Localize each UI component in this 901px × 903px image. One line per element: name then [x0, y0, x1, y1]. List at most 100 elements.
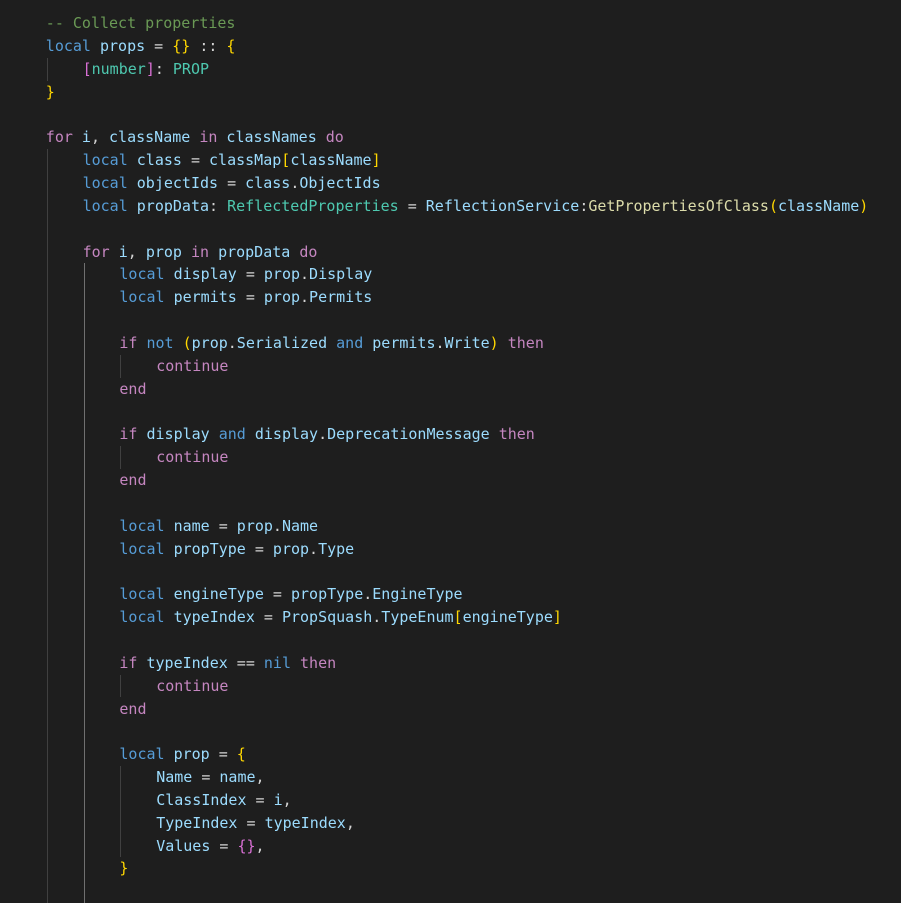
- code-token: classMap: [209, 151, 282, 170]
- code-line[interactable]: if typeIndex == nil then: [119, 652, 336, 675]
- code-token: prop: [145, 242, 182, 261]
- code-token: display: [146, 425, 210, 444]
- code-line[interactable]: [number]: PROP: [83, 58, 209, 81]
- code-token: =: [246, 790, 274, 809]
- code-line[interactable]: local typeIndex = PropSquash.TypeEnum[en…: [119, 606, 562, 629]
- code-line[interactable]: local engineType = propType.EngineType: [119, 583, 462, 606]
- code-editor[interactable]: -- Collect propertieslocal props = {} ::…: [0, 0, 901, 903]
- code-token: .: [300, 288, 310, 307]
- code-token: engineType: [462, 608, 553, 627]
- indent-guide: [120, 354, 122, 378]
- code-token: local: [119, 288, 165, 307]
- code-line[interactable]: local objectIds = class.ObjectIds: [83, 172, 381, 195]
- code-line[interactable]: local propData: ReflectedProperties = Re…: [83, 195, 869, 218]
- code-token: {: [236, 745, 246, 764]
- code-token: prop: [173, 745, 210, 764]
- code-line[interactable]: if display and display.DeprecationMessag…: [119, 423, 534, 446]
- code-token: continue: [156, 356, 229, 375]
- code-token: end: [119, 471, 147, 489]
- code-line[interactable]: local prop = {: [119, 743, 245, 766]
- code-line[interactable]: end: [119, 469, 146, 492]
- code-line[interactable]: for i, prop in propData do: [83, 241, 318, 264]
- code-token: continue: [156, 676, 229, 695]
- code-line[interactable]: local class = classMap[className]: [83, 149, 381, 172]
- code-token: Serialized: [236, 333, 328, 352]
- code-line[interactable]: continue: [156, 675, 228, 698]
- code-token: ,: [282, 790, 292, 809]
- code-token: classNames: [226, 128, 317, 147]
- code-token: (: [182, 333, 192, 352]
- code-token: =: [398, 196, 426, 215]
- code-token: typeIndex: [264, 813, 346, 832]
- code-line[interactable]: end: [119, 698, 146, 721]
- code-line[interactable]: local propType = prop.Type: [119, 538, 354, 561]
- code-token: local: [82, 151, 128, 170]
- code-token: then: [507, 333, 544, 352]
- code-line[interactable]: ClassIndex = i,: [156, 789, 291, 812]
- code-token: prop: [272, 539, 310, 558]
- code-token: =: [236, 288, 264, 307]
- code-line[interactable]: continue: [156, 355, 228, 378]
- code-line[interactable]: Name = name,: [156, 766, 264, 789]
- code-line[interactable]: if not (prop.Serialized and permits.Writ…: [119, 332, 543, 355]
- code-token: TypeIndex: [156, 813, 238, 832]
- indent-guide: [46, 149, 48, 903]
- code-token: -- Collect properties: [45, 14, 236, 32]
- code-line[interactable]: local permits = prop.Permits: [119, 286, 372, 309]
- code-token: not: [146, 333, 174, 352]
- code-token: typeIndex: [146, 653, 228, 672]
- indent-guide: [83, 263, 85, 903]
- code-token: end: [119, 379, 147, 398]
- code-line[interactable]: TypeIndex = typeIndex,: [156, 812, 355, 835]
- code-token: .: [372, 608, 382, 627]
- code-token: =: [209, 516, 237, 535]
- code-token: Name: [156, 768, 193, 787]
- code-line[interactable]: }: [46, 81, 55, 104]
- code-token: objectIds: [136, 173, 219, 192]
- code-token: =: [210, 836, 238, 855]
- code-token: ): [859, 196, 869, 215]
- code-line[interactable]: -- Collect properties: [46, 12, 236, 35]
- code-token: .: [318, 425, 328, 444]
- code-token: and: [336, 333, 364, 352]
- code-token: in: [190, 242, 210, 261]
- code-token: for: [82, 242, 110, 261]
- code-line[interactable]: local display = prop.Display: [119, 263, 372, 286]
- code-token: if: [119, 333, 138, 352]
- code-line[interactable]: for i, className in classNames do: [46, 126, 344, 149]
- code-token: ): [489, 333, 499, 352]
- code-token: ]: [371, 151, 381, 170]
- code-token: Values: [156, 836, 211, 855]
- code-token: .: [363, 585, 373, 604]
- code-line[interactable]: local props = {} :: {: [46, 35, 236, 58]
- code-token: EngineType: [372, 585, 463, 604]
- code-line[interactable]: }: [119, 857, 128, 880]
- code-token: propData: [218, 242, 291, 261]
- code-token: name: [173, 516, 210, 535]
- code-token: =: [145, 36, 173, 55]
- code-line[interactable]: local name = prop.Name: [119, 515, 318, 538]
- code-line[interactable]: continue: [156, 446, 228, 469]
- code-token: GetPropertiesOfClass: [588, 196, 769, 215]
- code-token: props: [99, 36, 146, 55]
- code-token: =: [181, 151, 210, 170]
- code-token: =: [245, 539, 273, 558]
- code-token: local: [119, 745, 165, 764]
- code-line[interactable]: end: [119, 378, 146, 401]
- code-token: ,: [127, 242, 146, 261]
- code-token: .: [300, 265, 310, 284]
- code-token: [: [453, 608, 463, 627]
- code-line[interactable]: Values = {},: [156, 835, 264, 858]
- code-token: Name: [281, 516, 319, 535]
